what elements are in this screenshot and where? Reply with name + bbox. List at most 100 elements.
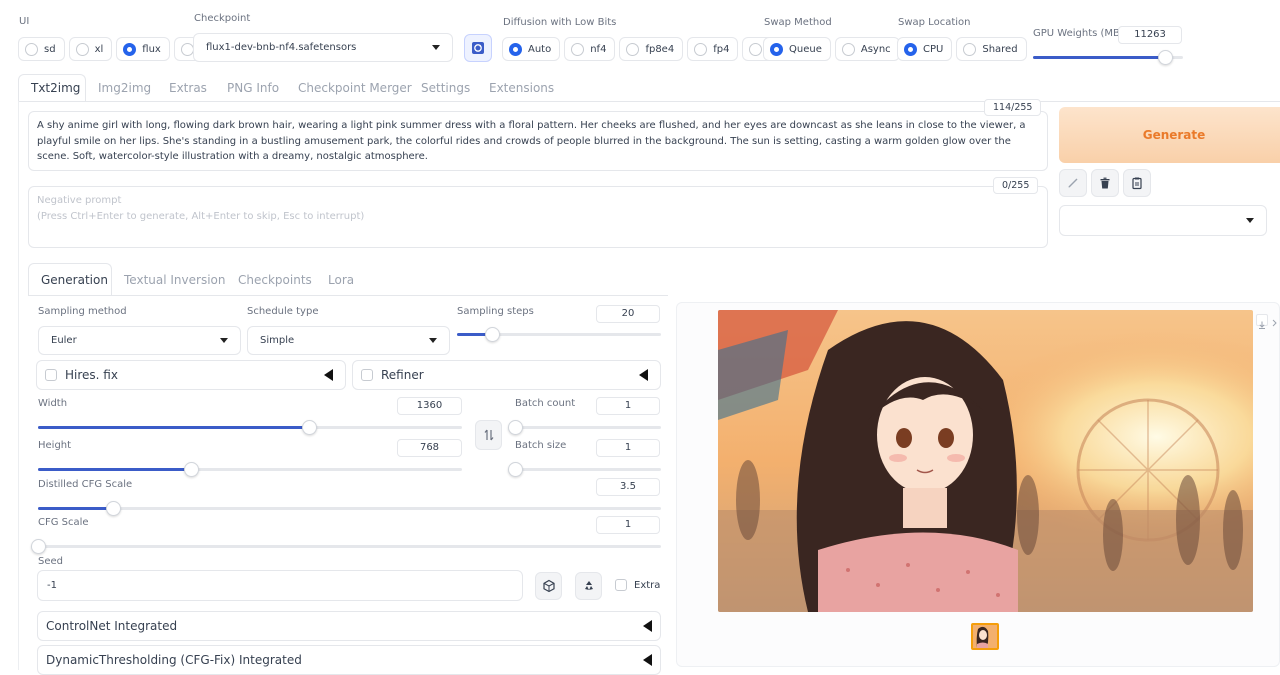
ui-option-xl[interactable]: xl [68,37,113,61]
slider-handle[interactable] [508,420,523,435]
tab-img2img[interactable]: Img2img [98,81,151,95]
ui-label: UI [19,16,30,27]
sampling-method-label: Sampling method [38,306,127,317]
extra-seed-toggle[interactable]: Extra [615,579,660,591]
negative-prompt-placeholder: Negative prompt [37,195,122,206]
diffusion-label: Diffusion with Low Bits [503,17,617,28]
batch-size-slider[interactable] [508,462,661,477]
swap-dimensions-button[interactable] [475,420,502,450]
tab-lora[interactable]: Lora [328,273,354,287]
pencil-icon [1068,178,1078,188]
schedule-type-value: Simple [260,335,295,346]
slider-handle[interactable] [508,462,523,477]
swap-method-queue[interactable]: Queue [763,37,831,61]
sampling-steps-slider[interactable] [457,327,661,342]
hires-fix-checkbox[interactable] [45,369,57,381]
radio-icon [571,42,585,56]
tab-settings[interactable]: Settings [421,81,470,95]
radio-icon [123,42,137,56]
gallery-thumbnail[interactable] [971,623,999,650]
width-slider[interactable] [38,420,462,435]
collapse-triangle-icon [643,654,652,666]
random-seed-button[interactable] [535,572,562,600]
checkpoint-select[interactable]: flux1-dev-bnb-nf4.safetensors [193,33,453,62]
collapse-triangle-icon [643,620,652,632]
schedule-type-select[interactable]: Simple [247,326,450,355]
dynamic-thresholding-accordion[interactable]: DynamicThresholding (CFG-Fix) Integrated [37,645,661,675]
distilled-cfg-slider[interactable] [38,501,661,516]
slider-handle[interactable] [183,462,199,477]
tab-extras[interactable]: Extras [169,81,207,95]
height-slider[interactable] [38,462,462,477]
collapse-triangle-icon [324,369,333,381]
refiner-accordion[interactable]: Refiner [352,360,661,390]
slider-fill [1033,56,1165,59]
radio-icon [75,42,89,56]
clear-prompt-button[interactable] [1091,169,1119,197]
refiner-checkbox[interactable] [361,369,373,381]
height-input[interactable]: 768 [397,439,462,457]
width-label: Width [38,398,68,409]
diffusion-option-fp8e4[interactable]: fp8e4 [619,37,684,61]
chevron-down-icon [432,45,440,50]
tab-divider [18,101,1280,102]
tab-textual-inversion[interactable]: Textual Inversion [124,273,225,287]
slider-handle[interactable] [1158,50,1173,65]
negative-prompt-token-counter: 0/255 [993,177,1039,194]
negative-prompt-hint: (Press Ctrl+Enter to generate, Alt+Enter… [37,210,365,222]
reuse-seed-button[interactable] [575,572,602,600]
chevron-right-icon [1272,319,1277,327]
diffusion-option-fp4[interactable]: fp4 [687,37,739,61]
generate-button[interactable]: Generate [1059,107,1280,163]
extra-checkbox[interactable] [615,579,627,591]
hires-fix-accordion[interactable]: Hires. fix [36,360,346,390]
radio-icon [694,42,708,56]
gpu-weights-label: GPU Weights (MB) [1033,28,1124,39]
tab-checkpoint-merger[interactable]: Checkpoint Merger [298,81,412,95]
checkpoint-value: flux1-dev-bnb-nf4.safetensors [206,42,357,53]
ui-option-flux[interactable]: flux [116,37,170,61]
diffusion-option-auto[interactable]: Auto [502,37,561,61]
slider-fill [38,426,310,429]
slider-handle[interactable] [31,539,46,554]
cfg-scale-input[interactable]: 1 [596,516,660,534]
prompt-textarea[interactable]: A shy anime girl with long, flowing dark… [28,111,1048,171]
gpu-weights-slider[interactable] [1033,50,1183,65]
diffusion-option-nf4[interactable]: nf4 [564,37,616,61]
cfg-scale-slider[interactable] [31,539,661,554]
diffusion-radio-group: Auto nf4 fp8e4 fp4 fp8e5 [502,37,807,61]
tab-txt2img[interactable]: Txt2img [31,81,80,95]
swap-location-shared[interactable]: Shared [956,37,1027,61]
ui-option-sd[interactable]: sd [18,37,65,61]
sampling-steps-input[interactable]: 20 [596,305,660,323]
close-image-button[interactable] [1270,314,1280,327]
swap-method-async[interactable]: Async [834,37,900,61]
tab-checkpoints[interactable]: Checkpoints [238,273,312,287]
tab-generation[interactable]: Generation [41,273,108,287]
tab-png-info[interactable]: PNG Info [227,81,279,95]
distilled-cfg-input[interactable]: 3.5 [596,478,660,496]
generated-image[interactable] [718,310,1253,612]
paste-prompt-button[interactable] [1123,169,1151,197]
batch-count-input[interactable]: 1 [596,397,660,415]
generate-label: Generate [1142,128,1206,142]
apply-style-button[interactable] [1059,169,1087,197]
batch-size-input[interactable]: 1 [596,439,660,457]
gpu-weights-input[interactable]: 11263 [1118,26,1182,44]
swap-location-cpu[interactable]: CPU [897,37,953,61]
seed-input[interactable]: -1 [37,570,523,601]
negative-prompt-textarea[interactable]: Negative prompt (Press Ctrl+Enter to gen… [28,186,1048,248]
styles-select[interactable] [1059,205,1267,236]
slider-handle[interactable] [302,420,318,435]
width-input[interactable]: 1360 [397,397,462,415]
batch-count-slider[interactable] [508,420,661,435]
radio-icon [509,42,522,56]
controlnet-accordion[interactable]: ControlNet Integrated [37,611,661,641]
tab-extensions[interactable]: Extensions [489,81,554,95]
refresh-checkpoint-button[interactable] [464,34,492,62]
slider-handle[interactable] [484,327,500,342]
trash-icon [1100,177,1110,189]
download-image-button[interactable] [1256,314,1268,329]
sampling-method-select[interactable]: Euler [38,326,241,355]
slider-handle[interactable] [105,501,121,516]
